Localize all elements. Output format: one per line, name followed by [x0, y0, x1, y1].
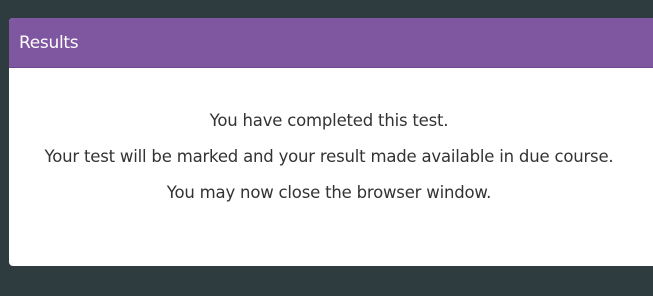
completion-message: You have completed this test.: [209, 111, 449, 130]
results-panel-header: Results: [9, 18, 653, 68]
close-window-message: You may now close the browser window.: [166, 183, 492, 202]
results-panel: Results You have completed this test. Yo…: [9, 18, 653, 266]
panel-title: Results: [19, 32, 79, 53]
marking-message: Your test will be marked and your result…: [44, 147, 614, 166]
results-panel-body: You have completed this test. Your test …: [9, 68, 653, 206]
